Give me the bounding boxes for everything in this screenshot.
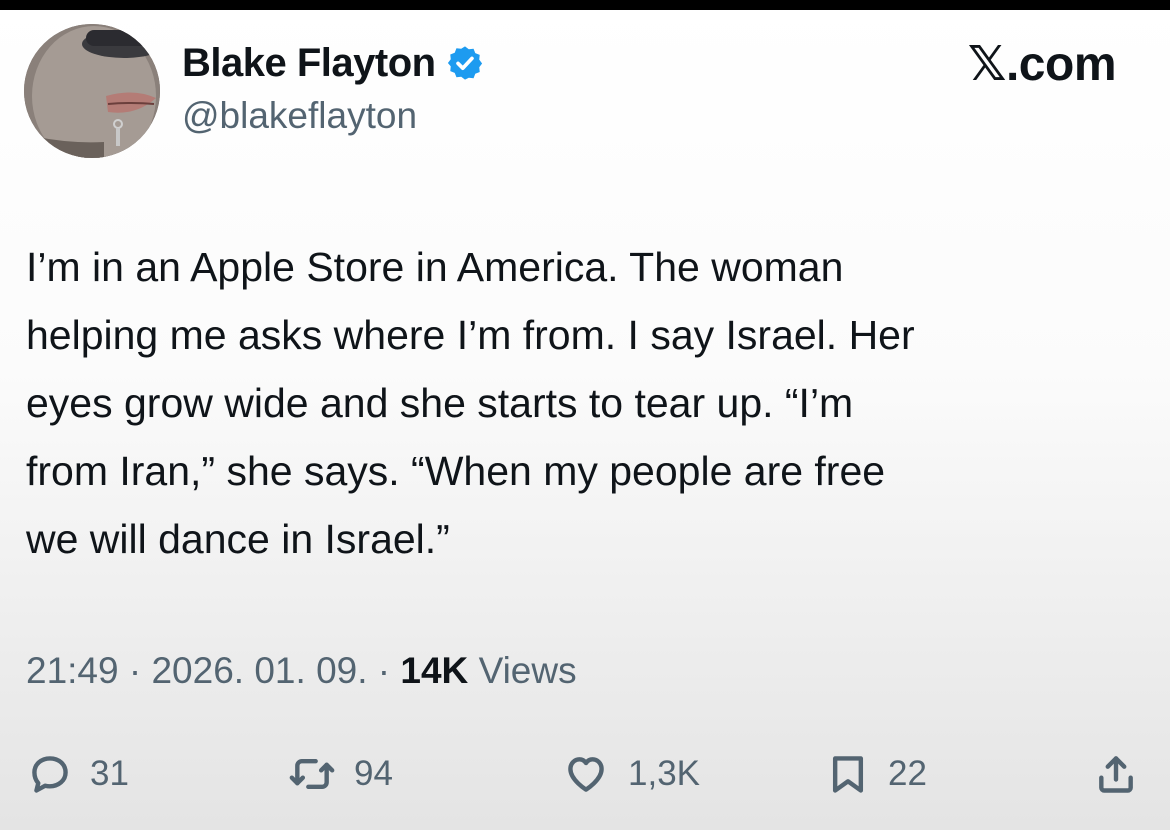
avatar[interactable] [24, 24, 160, 158]
bookmark-button[interactable]: 22 [826, 744, 927, 804]
action-bar: 31 94 1,3K 22 [0, 744, 1170, 804]
bookmark-icon [832, 756, 864, 793]
like-button[interactable]: 1,3K [562, 744, 700, 804]
author-handle[interactable]: @blakeflayton [182, 95, 417, 137]
reply-button[interactable]: 31 [28, 744, 129, 804]
reply-icon [32, 756, 68, 793]
repost-icon [289, 758, 335, 790]
author-display-name[interactable]: Blake Flayton [182, 41, 436, 86]
tweet-line: eyes grow wide and she starts to tear up… [26, 380, 854, 426]
meta-separator: · [118, 650, 152, 691]
tweet-line: helping me asks where I’m from. I say Is… [26, 312, 915, 358]
share-icon [1099, 756, 1133, 793]
tweet-line: from Iran,” she says. “When my people ar… [26, 448, 886, 494]
tweet-date[interactable]: 2026. 01. 09. [151, 650, 367, 691]
meta-separator: · [367, 650, 401, 691]
tweet-time[interactable]: 21:49 [26, 650, 119, 691]
share-button[interactable] [1094, 744, 1138, 804]
source-label: 𝕏.com [967, 38, 1117, 91]
tweet-line: I’m in an Apple Store in America. The wo… [26, 244, 844, 290]
views-label: Views [468, 650, 577, 691]
top-bar [0, 0, 1170, 10]
tweet-text: I’m in an Apple Store in America. The wo… [26, 233, 1136, 573]
tweet-line: we will dance in Israel.” [26, 516, 450, 562]
tweet-meta: 21:49 · 2026. 01. 09. · 14K Views [26, 650, 577, 692]
heart-icon [568, 757, 604, 792]
repost-count: 94 [354, 754, 393, 793]
views-count: 14K [400, 650, 469, 691]
repost-button[interactable]: 94 [288, 744, 393, 804]
avatar-photo [24, 24, 160, 158]
author-name-row: Blake Flayton [182, 38, 484, 88]
bookmark-count: 22 [888, 754, 927, 793]
verified-badge-icon [447, 46, 482, 80]
like-count: 1,3K [628, 754, 700, 793]
reply-count: 31 [90, 754, 129, 793]
